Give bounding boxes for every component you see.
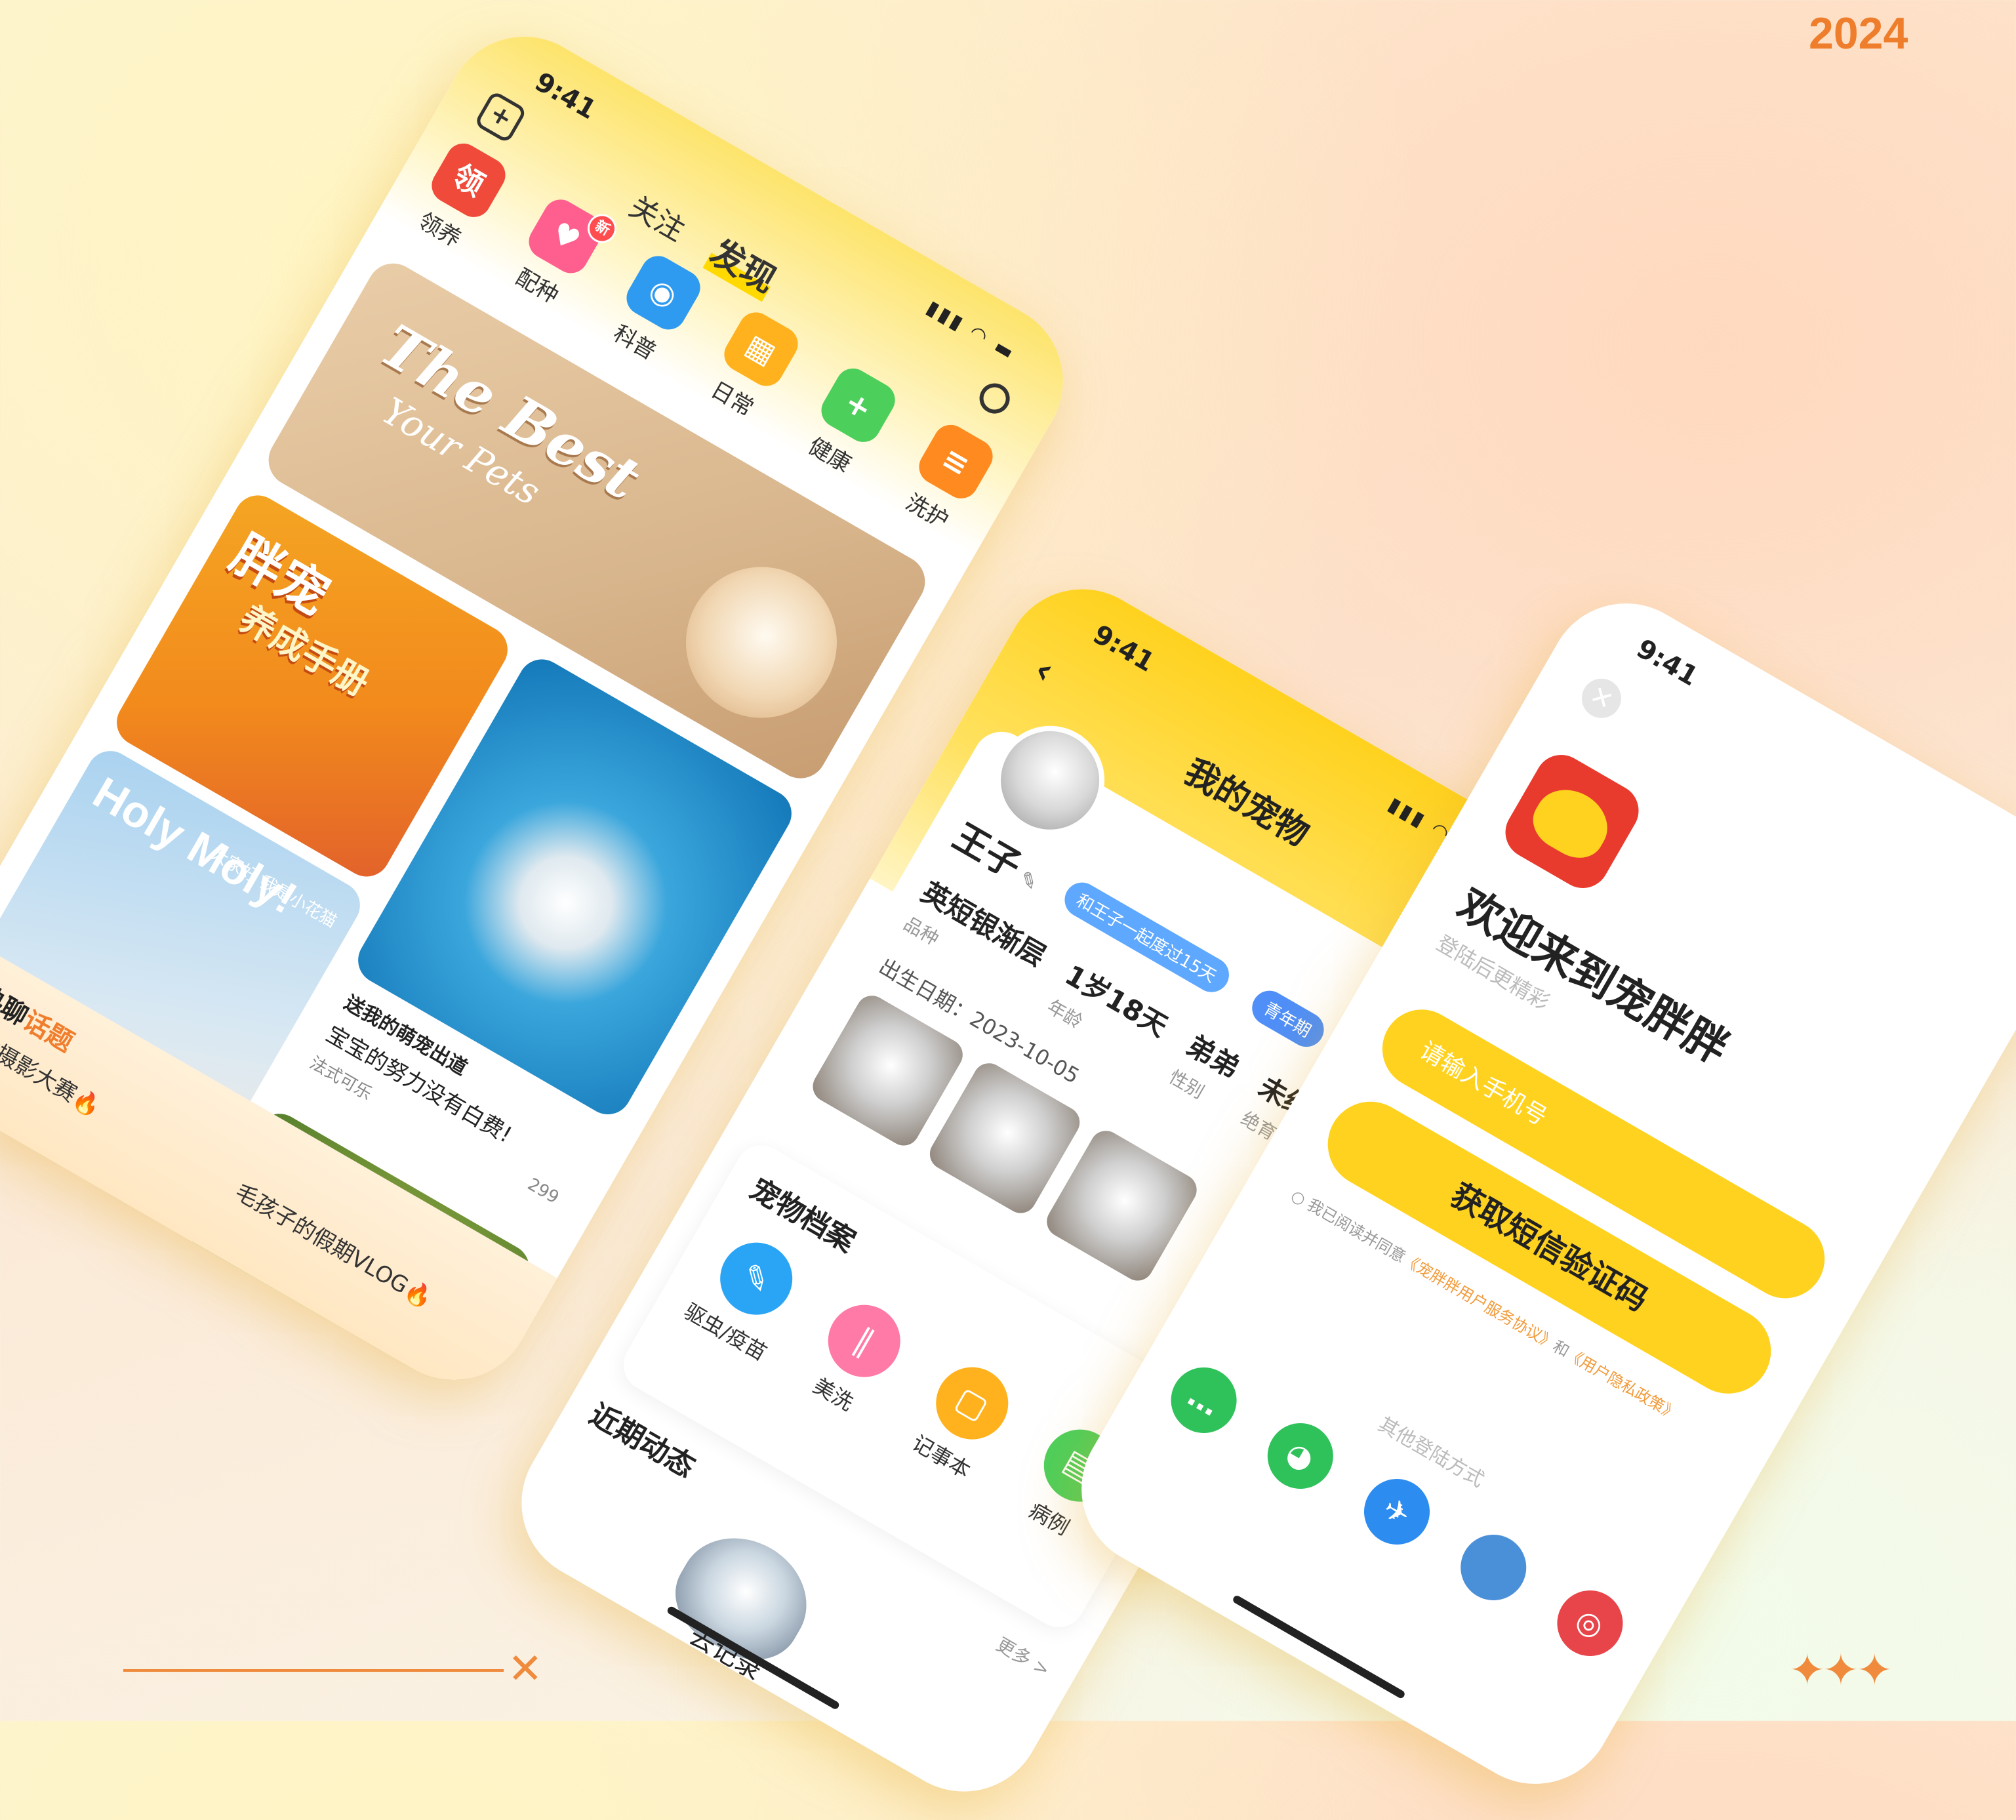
apple-icon[interactable]	[1448, 1522, 1539, 1613]
banner-cat-image	[658, 539, 865, 746]
agree-radio-icon[interactable]: ○	[1288, 1186, 1309, 1209]
year-label: 2024	[1809, 9, 1908, 58]
archive-item[interactable]: ▢ 记事本	[889, 1346, 1036, 1495]
imessage-icon[interactable]: …	[1159, 1355, 1249, 1446]
status-bar: 9:41	[1567, 575, 2016, 921]
stat-gender: 弟弟 性别	[1165, 1024, 1248, 1113]
decor-stars-icon: ✦✦✦	[1789, 1645, 1893, 1695]
more-link[interactable]: 更多 >	[992, 1630, 1055, 1682]
status-time: 9:41	[1631, 633, 1703, 693]
hot-topic-item[interactable]: 毛孩子的假期VLOG🔥	[230, 1174, 439, 1314]
pet-name: 王子	[946, 815, 1028, 887]
pinduoduo-icon[interactable]: ✈	[1352, 1466, 1442, 1557]
decor-cross-icon: ✕	[508, 1645, 543, 1693]
life-stage-badge: 青年期	[1245, 984, 1331, 1053]
archive-item[interactable]: ✎ 驱虫/疫苗	[673, 1221, 820, 1370]
decor-line	[123, 1669, 504, 1672]
app-logo	[1495, 745, 1649, 898]
archive-item[interactable]: ∥ 美洗	[781, 1284, 928, 1432]
close-icon[interactable]: ✕	[1574, 671, 1628, 725]
wechat-icon[interactable]: ◕	[1255, 1411, 1346, 1501]
weibo-icon[interactable]: ◎	[1545, 1578, 1635, 1668]
logo-mascot-icon	[1523, 777, 1619, 868]
edit-icon[interactable]: ✎	[1015, 866, 1042, 896]
home-indicator	[1232, 1594, 1406, 1700]
